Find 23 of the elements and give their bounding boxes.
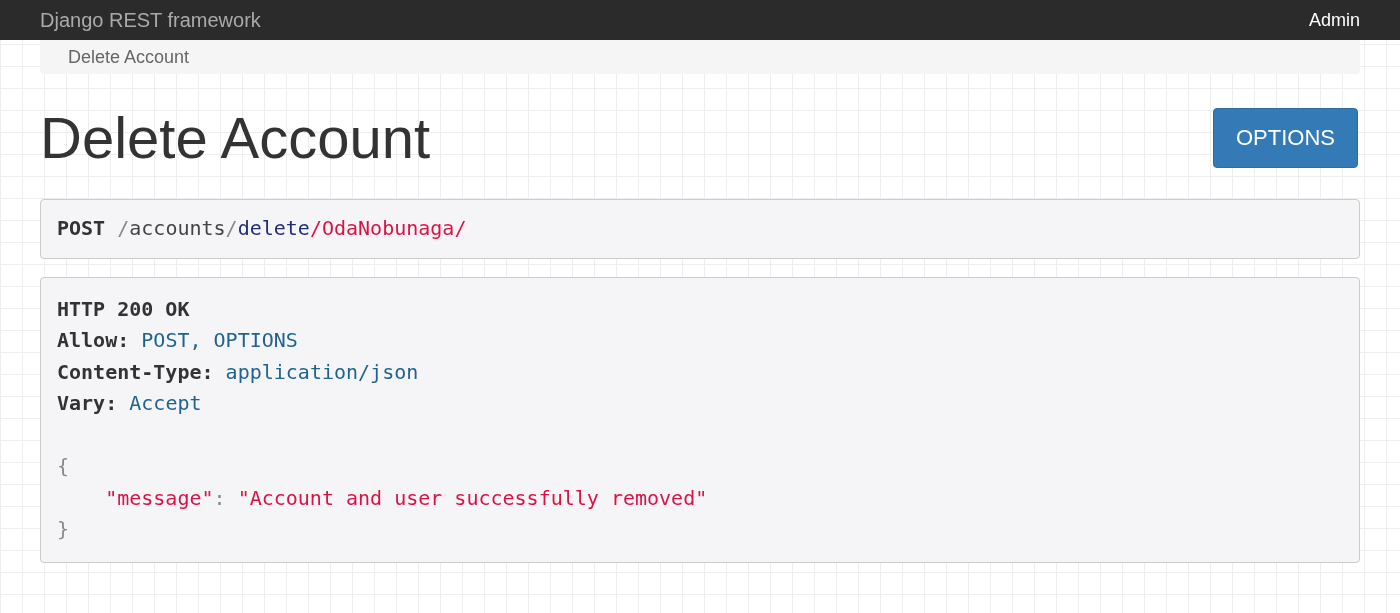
- json-token: }: [57, 517, 70, 541]
- json-token: "Account and user successfully removed": [237, 485, 708, 510]
- header-name: Content-Type:: [57, 359, 214, 384]
- header-name: Allow:: [57, 328, 130, 352]
- navbar-brand[interactable]: Django REST framework: [40, 8, 261, 32]
- header-value: application/json: [225, 359, 419, 384]
- options-button[interactable]: OPTIONS: [1213, 107, 1358, 168]
- status-line: HTTP 200 OK: [57, 296, 190, 321]
- json-token: {: [57, 454, 70, 478]
- url-part: delete: [237, 216, 310, 240]
- header-name: Vary:: [57, 391, 118, 415]
- page-title: Delete Account: [40, 104, 431, 171]
- url-part: /OdaNobunaga/: [309, 216, 467, 240]
- url-part: accounts: [129, 216, 226, 240]
- json-token: :: [213, 485, 227, 510]
- breadcrumb-item[interactable]: Delete Account: [68, 46, 190, 68]
- url-part: /: [225, 216, 238, 240]
- json-token: "message": [105, 485, 214, 510]
- header-value: Accept: [129, 391, 202, 415]
- user-menu[interactable]: Admin: [1308, 9, 1360, 31]
- request-method: POST: [57, 216, 106, 240]
- url-part: /: [117, 216, 130, 240]
- header-value: POST, OPTIONS: [141, 328, 298, 352]
